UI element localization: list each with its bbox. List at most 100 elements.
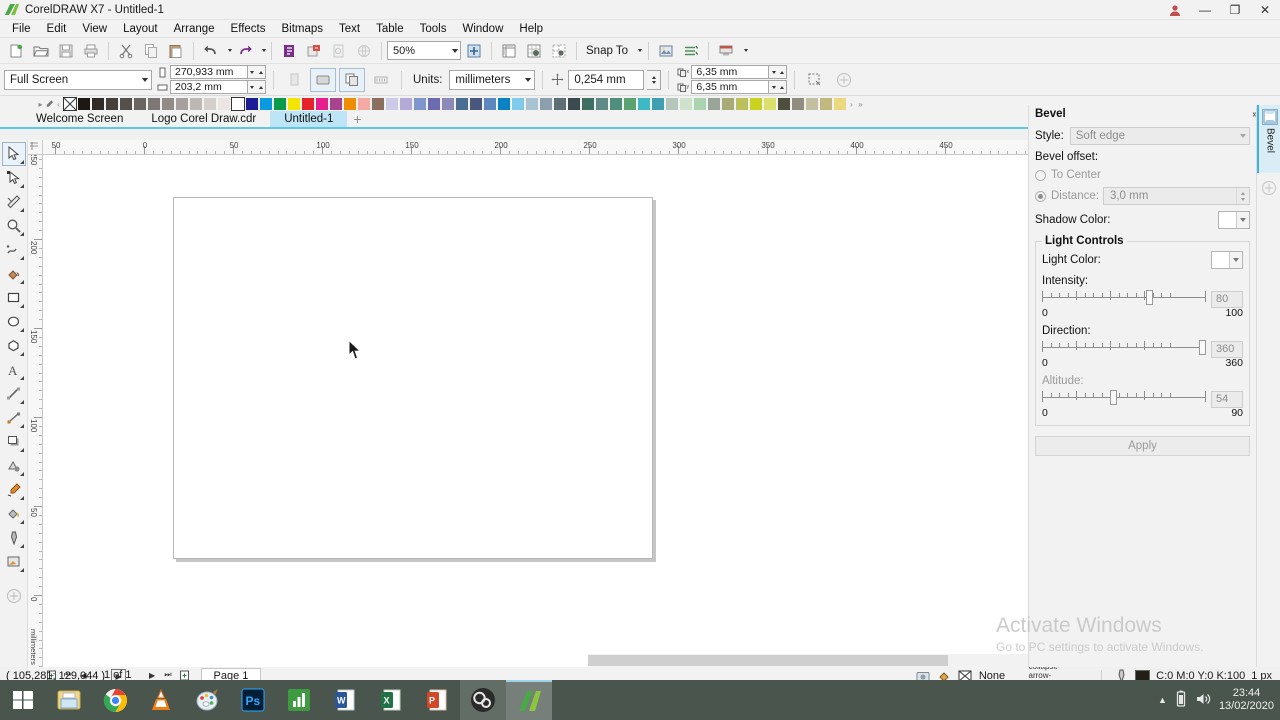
duplicate-y-spinner[interactable] [769,80,788,94]
quick-customize-button[interactable] [2,584,26,608]
palette-swatch-53[interactable] [805,97,819,111]
rectangle-tool[interactable] [2,286,26,310]
page-area[interactable] [173,197,653,559]
nudge-offset-spinner[interactable] [647,69,662,90]
freehand-tool[interactable] [2,238,26,262]
apply-to-all-pages-icon[interactable] [339,67,365,92]
portrait-orientation-icon[interactable] [281,68,307,92]
powerpoint-icon[interactable]: P [414,680,460,720]
palette-swatch-23[interactable] [385,97,399,111]
menu-window[interactable]: Window [454,21,511,37]
user-account-icon[interactable] [1160,0,1190,20]
palette-expand-icon[interactable]: ▸ [36,97,45,111]
google-chrome-icon[interactable] [92,680,138,720]
text-tool[interactable]: A [2,358,26,382]
palette-swatch-30[interactable] [483,97,497,111]
palette-swatch-8[interactable] [175,97,189,111]
cut-scissors-icon[interactable] [114,40,138,62]
paste-icon[interactable] [164,40,188,62]
application-launcher-icon[interactable] [714,40,738,62]
palette-swatch-9[interactable] [189,97,203,111]
ellipse-tool[interactable] [2,310,26,334]
apply-button[interactable]: Apply [1035,436,1250,456]
palette-swatch-6[interactable] [147,97,161,111]
palette-swatch-22[interactable] [371,97,385,111]
fill-tool[interactable] [2,550,26,574]
style-select[interactable]: Soft edge [1069,127,1250,145]
menu-file[interactable]: File [4,21,39,37]
photoshop-icon[interactable]: Ps [230,680,276,720]
doc-tab-logo-corel-draw[interactable]: Logo Corel Draw.cdr [137,111,270,127]
chevron-down-icon[interactable] [1229,252,1242,268]
crop-tool[interactable] [2,190,26,214]
palette-swatch-15[interactable] [273,97,287,111]
print-icon[interactable] [79,40,103,62]
palette-swatch-46[interactable] [707,97,721,111]
taskbar-clock[interactable]: 23:44 13/02/2020 [1219,687,1274,713]
intensity-value[interactable]: 80 [1211,290,1243,308]
palette-swatch-18[interactable] [315,97,329,111]
maximize-button[interactable]: ❐ [1220,0,1250,20]
chart-app-icon[interactable] [276,680,322,720]
show-rulers-icon[interactable] [497,40,521,62]
palette-swatch-55[interactable] [833,97,847,111]
straight-line-connector-tool[interactable] [2,406,26,430]
duplicate-y-input[interactable]: 6,35 mm [691,80,770,94]
polygon-tool[interactable] [2,334,26,358]
menu-view[interactable]: View [74,21,115,37]
palette-swatch-45[interactable] [693,97,707,111]
palette-swatch-3[interactable] [105,97,119,111]
intensity-slider[interactable] [1042,289,1206,309]
snap-to-dropdown-arrow[interactable] [633,40,643,62]
palette-swatch-42[interactable] [651,97,665,111]
pick-tool[interactable] [1,142,26,166]
coreldraw-icon[interactable] [506,680,552,720]
battery-icon[interactable] [1175,690,1187,711]
palette-swatch-41[interactable] [637,97,651,111]
intensity-slider-thumb[interactable] [1146,290,1153,305]
shadow-color-picker[interactable] [1218,211,1250,229]
treat-as-filled-icon[interactable] [802,68,828,92]
palette-swatch-31[interactable] [497,97,511,111]
object-manager-icon[interactable] [679,40,703,62]
doc-tab-welcome-screen[interactable]: Welcome Screen [22,111,137,127]
palette-swatch-11[interactable] [217,97,231,111]
palette-swatch-25[interactable] [413,97,427,111]
menu-text[interactable]: Text [331,21,368,37]
redo-dropdown-arrow[interactable] [258,40,266,62]
menu-effects[interactable]: Effects [223,21,274,37]
menu-layout[interactable]: Layout [115,21,166,37]
chevron-down-icon[interactable] [1240,134,1246,138]
save-icon[interactable] [54,40,78,62]
paint-icon[interactable] [184,680,230,720]
altitude-value[interactable]: 54 [1211,390,1243,408]
transparency-tool[interactable] [2,454,26,478]
windows-start-icon[interactable] [0,680,46,720]
palette-swatch-7[interactable] [161,97,175,111]
direction-value[interactable]: 360 [1211,340,1243,358]
palette-swatch-33[interactable] [525,97,539,111]
palette-swatch-27[interactable] [441,97,455,111]
duplicate-x-input[interactable]: 6,35 mm [691,65,770,79]
altitude-slider-thumb[interactable] [1110,390,1117,405]
palette-swatch-39[interactable] [609,97,623,111]
ruler-origin-icon[interactable] [28,140,43,155]
doc-tab-untitled-1[interactable]: Untitled-1 [270,111,348,127]
palette-swatch-43[interactable] [665,97,679,111]
options-icon[interactable] [654,40,678,62]
snap-to-label[interactable]: Snap To [582,45,632,57]
palette-swatch-49[interactable] [749,97,763,111]
add-docker-icon[interactable] [1257,173,1280,203]
palette-swatch-20[interactable] [343,97,357,111]
page-height-input[interactable]: 203,2 mm [170,80,248,94]
distance-spinner[interactable] [1236,188,1249,204]
palette-swatch-29[interactable] [469,97,483,111]
palette-swatch-36[interactable] [567,97,581,111]
publish-pdf-icon[interactable] [327,40,351,62]
palette-swatch-26[interactable] [427,97,441,111]
smart-fill-tool[interactable] [2,262,26,286]
excel-icon[interactable]: X [368,680,414,720]
zoom-levels-icon[interactable] [462,40,486,62]
palette-swatch-13[interactable] [245,97,259,111]
add-icon[interactable] [831,68,857,92]
